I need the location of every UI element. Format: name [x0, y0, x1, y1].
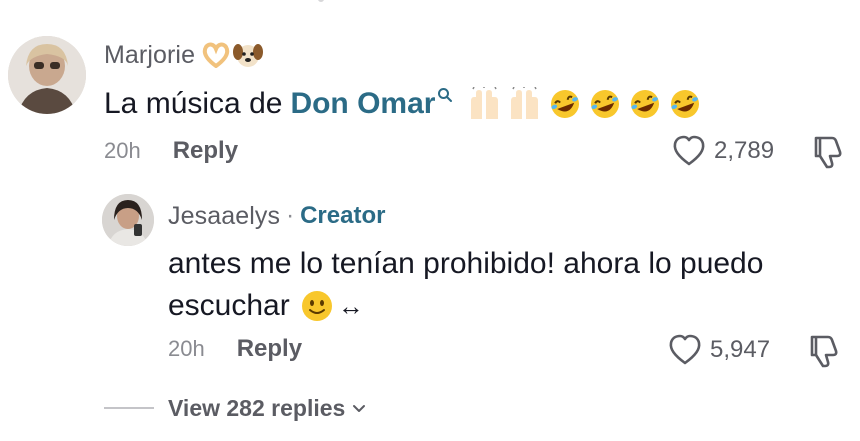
reply-text: escuchar — [168, 289, 290, 322]
heart-outline-icon[interactable] — [672, 135, 706, 167]
reply-button[interactable]: Reply — [173, 137, 238, 165]
search-icon[interactable] — [437, 87, 453, 103]
heart-outline-icon[interactable] — [668, 334, 702, 366]
author-row: Jesaaelys · Creator — [168, 201, 385, 231]
comment-text-prefix: La música de — [104, 87, 283, 120]
reply-text-line-1: antes me lo tenían prohibido! ahora lo p… — [168, 242, 763, 286]
view-replies-button[interactable]: View 282 replies — [104, 388, 367, 428]
raising-hands-icon — [471, 87, 499, 119]
rolling-laughing-icon — [671, 90, 700, 118]
slightly-smiling-icon — [301, 291, 332, 321]
heart-hands-icon — [202, 42, 230, 68]
comment-meta: 20h Reply — [104, 134, 238, 168]
like-count: 2,789 — [714, 137, 775, 164]
view-replies-label[interactable]: View 282 replies — [168, 395, 345, 422]
rolling-laughing-icon — [551, 90, 580, 118]
reply-jesaaelys: Jesaaelys · Creator antes me lo tenían p… — [0, 190, 860, 380]
arrow-symbol: ↔ — [337, 290, 364, 321]
avatar[interactable] — [8, 36, 86, 114]
comment-author[interactable]: Jesaaelys — [168, 202, 280, 231]
comment-marjorie: Marjorie La música de Don Omar 20h Reply… — [0, 28, 860, 178]
dog-face-icon — [233, 44, 264, 67]
dislike-icon[interactable] — [806, 333, 842, 369]
like-button[interactable]: 2,789 — [672, 131, 774, 171]
raising-hands-icon — [511, 87, 539, 119]
avatar[interactable] — [102, 194, 154, 246]
comment-author[interactable]: Marjorie — [104, 41, 195, 70]
search-link-don-omar[interactable]: Don Omar — [290, 87, 435, 121]
comment-text: La música de Don Omar — [104, 80, 703, 128]
divider-line — [104, 407, 154, 409]
comment-time: 20h — [168, 336, 205, 361]
reply-text-line-2: escuchar ↔ — [168, 284, 364, 328]
separator-dot: · — [286, 202, 295, 229]
creator-badge: Creator — [300, 202, 386, 229]
like-button[interactable]: 5,947 — [668, 330, 770, 370]
rolling-laughing-icon — [631, 90, 660, 118]
previous-comment-fragment — [318, 0, 324, 2]
rolling-laughing-icon — [591, 90, 620, 118]
comment-time: 20h — [104, 138, 141, 163]
author-row: Marjorie — [104, 38, 264, 72]
dislike-icon[interactable] — [810, 134, 846, 170]
chevron-down-icon[interactable] — [351, 400, 367, 416]
like-count: 5,947 — [710, 336, 771, 363]
reply-text: antes me lo tenían prohibido! ahora lo p… — [168, 247, 764, 280]
reply-button[interactable]: Reply — [237, 335, 302, 363]
comment-meta: 20h Reply — [168, 332, 302, 366]
